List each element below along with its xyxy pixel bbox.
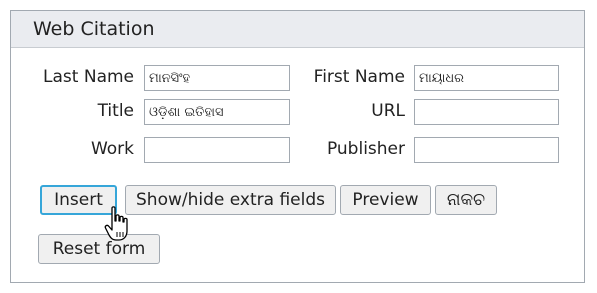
cancel-button[interactable]: ନାକଚ xyxy=(435,185,497,215)
work-input[interactable] xyxy=(144,137,290,163)
last-name-input[interactable] xyxy=(144,65,290,91)
first-name-label: First Name xyxy=(313,67,405,87)
hand-pointer-icon xyxy=(104,206,128,241)
panel-title: Web Citation xyxy=(11,11,584,48)
preview-button[interactable]: Preview xyxy=(340,185,431,215)
last-name-label: Last Name xyxy=(43,67,134,87)
title-label: Title xyxy=(97,101,134,121)
show-hide-extra-fields-button[interactable]: Show/hide extra fields xyxy=(125,185,336,215)
publisher-input[interactable] xyxy=(414,137,559,163)
url-label: URL xyxy=(371,101,405,121)
first-name-input[interactable] xyxy=(414,65,559,91)
title-input[interactable] xyxy=(144,99,290,125)
publisher-label: Publisher xyxy=(326,139,405,159)
url-input[interactable] xyxy=(414,99,559,125)
reset-form-button[interactable]: Reset form xyxy=(38,234,160,264)
work-label: Work xyxy=(90,139,134,159)
